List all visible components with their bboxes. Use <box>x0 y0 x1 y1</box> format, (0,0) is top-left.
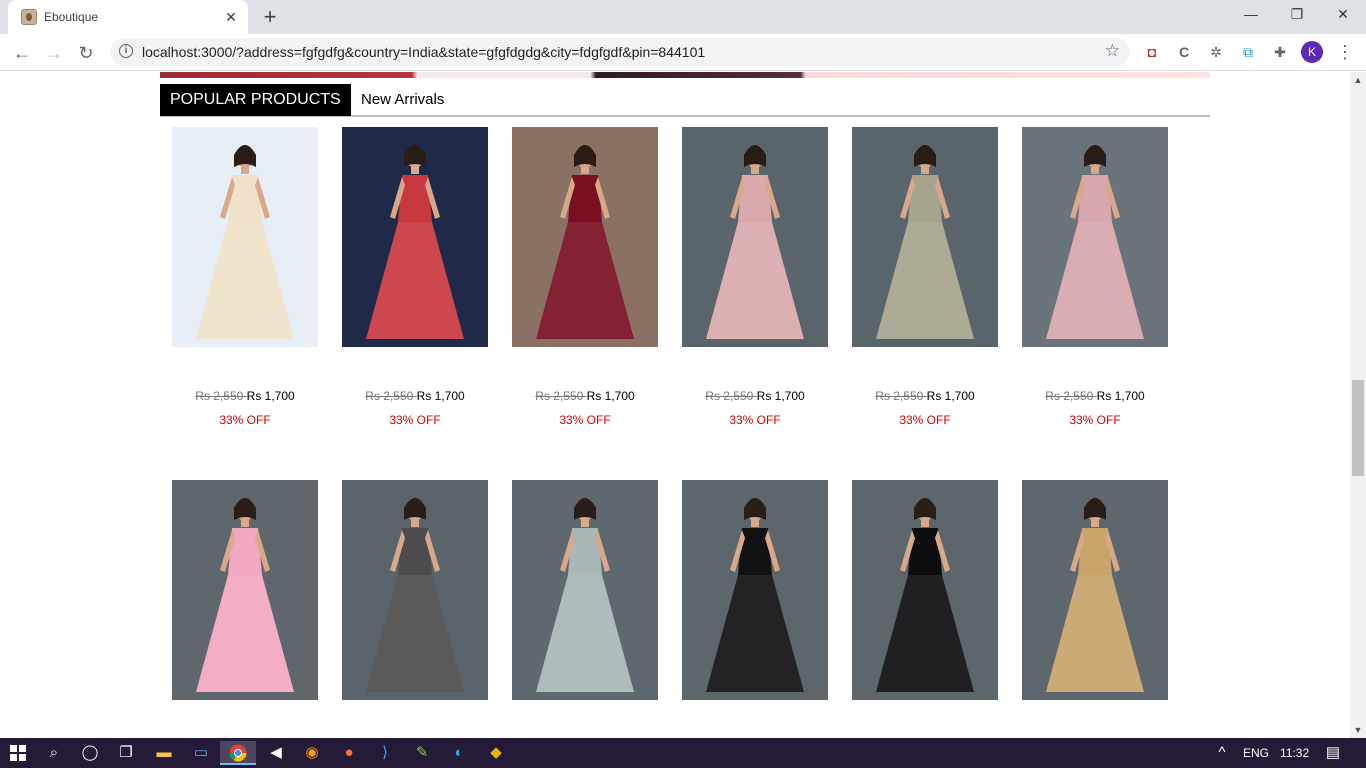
chrome-taskbar-icon[interactable] <box>220 741 256 765</box>
product-image[interactable] <box>512 480 658 700</box>
original-price: Rs 2,550 <box>365 389 417 403</box>
blender-icon[interactable]: ◉ <box>294 741 330 765</box>
menu-dots-icon[interactable]: ⋮ <box>1336 40 1354 64</box>
tray-chevron-icon[interactable]: ^ <box>1208 741 1236 765</box>
original-price: Rs 2,550 <box>1045 389 1097 403</box>
pocket-extension-icon[interactable]: ◘ <box>1143 43 1161 61</box>
app-icon[interactable]: ✎ <box>404 741 440 765</box>
product-image[interactable] <box>682 480 828 700</box>
product-tabs: POPULAR PRODUCTS New Arrivals <box>160 84 1210 117</box>
cast-extension-icon[interactable]: ⧉ <box>1239 43 1257 61</box>
product-price: Rs 2,550 Rs 1,700 <box>172 389 318 403</box>
sale-price: Rs 1,700 <box>246 389 295 403</box>
product-image[interactable] <box>172 480 318 700</box>
tab-new-arrivals[interactable]: New Arrivals <box>361 84 444 116</box>
minimize-button[interactable]: — <box>1228 0 1274 30</box>
discount-label: 33% OFF <box>1069 413 1121 427</box>
scroll-thumb[interactable] <box>1352 380 1364 476</box>
back-icon[interactable]: ← <box>8 39 36 67</box>
scroll-up-icon[interactable]: ▲ <box>1350 72 1366 88</box>
puzzle-extensions-icon[interactable]: ✚ <box>1271 43 1289 61</box>
this-pc-icon[interactable]: ▭ <box>183 741 219 765</box>
bug-extension-icon[interactable]: ✲ <box>1207 43 1225 61</box>
tab-strip: Eboutique ✕ + — ❐ ✕ <box>0 0 1366 34</box>
sale-price: Rs 1,700 <box>586 389 635 403</box>
firefox-icon[interactable]: ● <box>331 741 367 765</box>
product-image[interactable] <box>682 127 828 347</box>
browser-toolbar: ← → ↻ i localhost:3000/?address=fgfgdfg&… <box>0 34 1366 71</box>
product-price: Rs 2,550 Rs 1,700 <box>512 389 658 403</box>
tab-title: Eboutique <box>44 10 99 24</box>
product-image[interactable] <box>852 480 998 700</box>
sale-price: Rs 1,700 <box>926 389 975 403</box>
product-price: Rs 2,550 Rs 1,700 <box>852 389 998 403</box>
vscode-icon[interactable]: ⟩ <box>367 741 403 765</box>
site-info-icon[interactable]: i <box>119 44 133 58</box>
git-icon[interactable]: ◆ <box>478 741 514 765</box>
product-price: Rs 2,550 Rs 1,700 <box>1022 389 1168 403</box>
sale-price: Rs 1,700 <box>756 389 805 403</box>
restore-button[interactable]: ❐ <box>1274 0 1320 30</box>
original-price: Rs 2,550 <box>195 389 247 403</box>
product-image[interactable] <box>1022 127 1168 347</box>
original-price: Rs 2,550 <box>535 389 587 403</box>
original-price: Rs 2,550 <box>705 389 757 403</box>
notifications-icon[interactable]: ▤ <box>1317 741 1349 765</box>
media-player-icon[interactable]: ◀ <box>258 741 294 765</box>
product-price: Rs 2,550 Rs 1,700 <box>682 389 828 403</box>
forward-icon[interactable]: → <box>40 39 68 67</box>
file-explorer-icon[interactable]: ▬ <box>146 741 182 765</box>
search-icon[interactable]: ⌕ <box>36 741 72 765</box>
new-tab-button[interactable]: + <box>258 6 282 30</box>
browser-tab[interactable]: Eboutique ✕ <box>8 0 248 34</box>
bookmark-star-icon[interactable]: ☆ <box>1105 41 1120 61</box>
site-favicon-icon <box>21 9 37 25</box>
windows-start-icon[interactable] <box>0 741 36 765</box>
clock[interactable]: 11:32 <box>1280 746 1309 760</box>
scroll-down-icon[interactable]: ▼ <box>1350 722 1366 738</box>
tab-popular-products[interactable]: POPULAR PRODUCTS <box>160 84 351 116</box>
original-price: Rs 2,550 <box>875 389 927 403</box>
product-image[interactable] <box>852 127 998 347</box>
discount-label: 33% OFF <box>559 413 611 427</box>
discount-label: 33% OFF <box>729 413 781 427</box>
profile-avatar[interactable]: K <box>1301 41 1323 63</box>
discount-label: 33% OFF <box>899 413 951 427</box>
task-view-icon[interactable]: ❐ <box>108 741 144 765</box>
product-image[interactable] <box>172 127 318 347</box>
windows-taskbar: ⌕ ◯ ❐ ▬ ▭ ◀ ◉ ● ⟩ ✎ ◐ ◆ ^ ENG 11:32 ▤ <box>0 738 1366 768</box>
product-image[interactable] <box>342 127 488 347</box>
address-bar[interactable]: i localhost:3000/?address=fgfgdfg&countr… <box>110 38 1130 66</box>
close-window-button[interactable]: ✕ <box>1320 0 1366 30</box>
cortana-icon[interactable]: ◯ <box>72 741 108 765</box>
product-image[interactable] <box>342 480 488 700</box>
discount-label: 33% OFF <box>219 413 271 427</box>
url-text[interactable]: localhost:3000/?address=fgfgdfg&country=… <box>142 44 705 60</box>
extension-c-icon[interactable]: C <box>1175 43 1193 61</box>
page-viewport: POPULAR PRODUCTS New Arrivals Rs 2,550 R… <box>0 72 1350 738</box>
reload-icon[interactable]: ↻ <box>72 39 100 67</box>
discount-label: 33% OFF <box>389 413 441 427</box>
page-scrollbar[interactable]: ▲ ▼ <box>1350 72 1366 738</box>
language-indicator[interactable]: ENG <box>1243 746 1269 760</box>
banner-image-bottom <box>160 72 1210 78</box>
sale-price: Rs 1,700 <box>416 389 465 403</box>
product-image[interactable] <box>512 127 658 347</box>
sale-price: Rs 1,700 <box>1096 389 1145 403</box>
product-price: Rs 2,550 Rs 1,700 <box>342 389 488 403</box>
product-image[interactable] <box>1022 480 1168 700</box>
edge-icon[interactable]: ◐ <box>441 741 477 765</box>
close-tab-icon[interactable]: ✕ <box>222 8 240 26</box>
